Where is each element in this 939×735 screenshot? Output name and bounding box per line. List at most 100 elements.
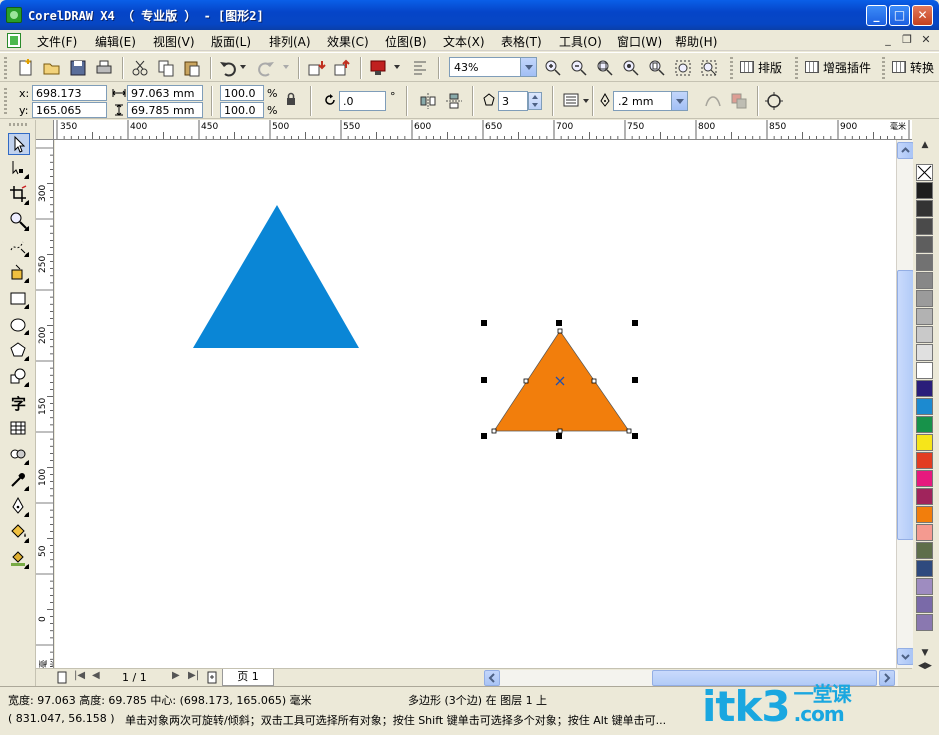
cut-icon[interactable] (130, 58, 150, 78)
freehand-tool[interactable] (8, 236, 30, 258)
rectangle-tool[interactable] (8, 288, 30, 310)
maximize-button[interactable]: □ (889, 5, 910, 26)
color-swatch[interactable] (916, 182, 933, 199)
no-fill-swatch[interactable] (916, 164, 933, 181)
color-swatch[interactable] (916, 596, 933, 613)
mirror-horizontal-icon[interactable] (418, 91, 438, 111)
color-swatch[interactable] (916, 218, 933, 235)
page-tab-1[interactable]: 页 1 (222, 669, 274, 686)
shape-tool[interactable] (8, 158, 30, 180)
menu-view[interactable]: 视图(V) (153, 33, 195, 50)
save-icon[interactable] (68, 58, 88, 78)
color-swatch[interactable] (916, 272, 933, 289)
color-swatch[interactable] (916, 344, 933, 361)
doc-restore-button[interactable]: ❐ (899, 33, 915, 47)
scroll-left-button[interactable] (484, 670, 500, 686)
redo-icon[interactable] (256, 58, 276, 78)
handle-bottom-left[interactable] (481, 433, 487, 439)
plugin-toolbar-gripper[interactable] (730, 57, 733, 79)
convert-outline-to-object-icon[interactable] (764, 91, 784, 111)
interactive-blend-tool[interactable] (8, 444, 30, 466)
height-field[interactable]: 69.785 mm (127, 102, 203, 118)
document-icon[interactable] (7, 33, 21, 48)
blue-triangle[interactable] (193, 205, 359, 348)
zoom-to-page-icon[interactable] (647, 58, 667, 78)
menu-file[interactable]: 文件(F) (37, 33, 77, 50)
vertical-scroll-thumb[interactable] (897, 270, 914, 540)
x-position-field[interactable]: 698.173 mm (32, 85, 107, 113)
pick-tool[interactable] (8, 133, 30, 155)
minimize-button[interactable]: _ (866, 5, 887, 26)
color-swatch[interactable] (916, 200, 933, 217)
scale-y-field[interactable]: 100.0 (220, 102, 264, 118)
handle-middle-right[interactable] (632, 377, 638, 383)
scroll-up-button[interactable] (897, 142, 914, 159)
undo-dropdown-icon[interactable] (240, 65, 246, 72)
color-swatch[interactable] (916, 524, 933, 541)
first-page-icon[interactable]: |◀ (74, 670, 85, 681)
menu-tools[interactable]: 工具(O) (559, 33, 602, 50)
menu-arrange[interactable]: 排列(A) (269, 33, 311, 50)
outline-tool[interactable] (8, 496, 30, 518)
color-swatch[interactable] (916, 398, 933, 415)
fill-tool[interactable] (8, 522, 30, 544)
enhance-plugin-button[interactable]: 增强插件 (805, 59, 871, 76)
text-tool[interactable]: 字 (8, 392, 30, 414)
orange-triangle[interactable] (493, 330, 630, 432)
color-swatch[interactable] (916, 236, 933, 253)
close-button[interactable]: ✕ (912, 5, 933, 26)
next-page-icon[interactable]: ▶ (172, 670, 180, 681)
last-page-icon[interactable]: ▶| (188, 670, 199, 681)
color-swatch[interactable] (916, 542, 933, 559)
color-swatch[interactable] (916, 290, 933, 307)
sides-spinner[interactable] (528, 92, 542, 110)
handle-bottom-right[interactable] (632, 433, 638, 439)
color-swatch[interactable] (916, 614, 933, 631)
polygon-tool[interactable] (8, 340, 30, 362)
application-launcher-icon[interactable] (410, 58, 430, 78)
smart-fill-tool[interactable] (8, 262, 30, 284)
color-swatch[interactable] (916, 470, 933, 487)
drawing-canvas[interactable] (55, 140, 896, 668)
zoom-level-select[interactable]: 43% (449, 57, 537, 77)
zoom-tool[interactable] (8, 210, 30, 232)
mirror-vertical-icon[interactable] (444, 91, 464, 111)
lock-ratio-icon[interactable] (285, 92, 297, 106)
color-swatch[interactable] (916, 380, 933, 397)
y-position-field[interactable]: 165.065 mm (32, 102, 107, 130)
color-swatch[interactable] (916, 488, 933, 505)
interactive-fill-tool[interactable] (8, 548, 30, 570)
table-tool[interactable] (8, 418, 30, 440)
open-folder-icon[interactable] (42, 58, 62, 78)
basic-shapes-tool[interactable] (8, 366, 30, 388)
add-page-after-icon[interactable] (206, 671, 218, 684)
handle-middle-left[interactable] (481, 377, 487, 383)
zoom-in-icon[interactable] (543, 58, 563, 78)
convert-plugin-button[interactable]: 转换 (892, 59, 934, 76)
menu-layout[interactable]: 版面(L) (211, 33, 251, 50)
chevron-down-icon[interactable] (520, 58, 536, 76)
crop-tool[interactable] (8, 184, 30, 206)
eyedropper-tool[interactable] (8, 470, 30, 492)
doc-minimize-button[interactable]: _ (880, 33, 896, 47)
handle-bottom-center[interactable] (556, 433, 562, 439)
layout-plugin-button[interactable]: 排版 (740, 59, 782, 76)
scale-x-field[interactable]: 100.0 (220, 85, 264, 101)
wrap-text-icon[interactable] (561, 91, 581, 111)
horizontal-ruler[interactable]: 350 400 450 500 550 600 650 700 750 800 … (54, 120, 912, 140)
color-swatch[interactable] (916, 416, 933, 433)
undo-icon[interactable] (218, 58, 238, 78)
zoom-out-icon[interactable] (569, 58, 589, 78)
handle-top-right[interactable] (632, 320, 638, 326)
color-swatch[interactable] (916, 254, 933, 271)
color-swatch[interactable] (916, 326, 933, 343)
width-field[interactable]: 97.063 mm (127, 85, 203, 101)
import-icon[interactable] (306, 58, 326, 78)
publish-dropdown-icon[interactable] (394, 65, 400, 72)
zoom-to-selected-icon[interactable] (595, 58, 615, 78)
paste-icon[interactable] (182, 58, 202, 78)
vertical-scrollbar[interactable] (896, 140, 914, 668)
zoom-to-page-height-icon[interactable] (699, 58, 719, 78)
zoom-to-page-width-icon[interactable] (673, 58, 693, 78)
color-swatch[interactable] (916, 308, 933, 325)
